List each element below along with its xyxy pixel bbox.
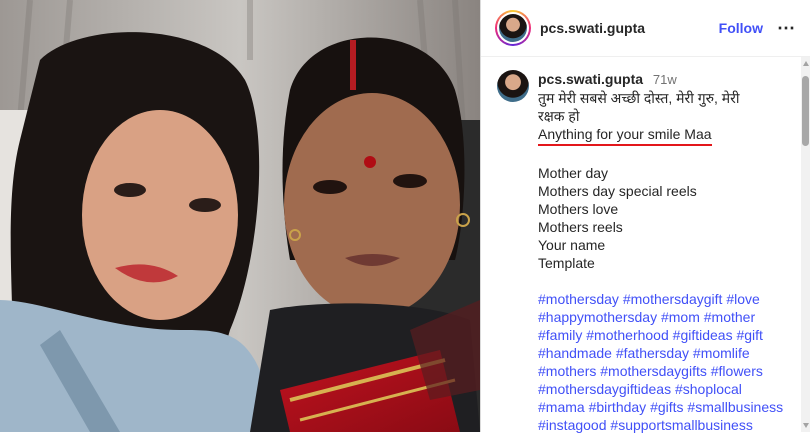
follow-button[interactable]: Follow xyxy=(719,20,763,36)
hashtag-link[interactable]: #fathersday xyxy=(616,345,689,361)
caption-line: Mothers day special reels xyxy=(538,183,697,199)
hashtag-link[interactable]: #love xyxy=(726,291,759,307)
hashtag-row: #instagood #supportsmallbusiness xyxy=(538,416,783,434)
caption-hindi-line-1: तुम मेरी सबसे अच्छी दोस्त, मेरी गुरु, मे… xyxy=(538,90,740,106)
post-photo[interactable] xyxy=(0,0,480,432)
hashtag-link[interactable]: #instagood xyxy=(538,417,607,433)
post-header: pcs.swati.gupta Follow ⋯ xyxy=(481,0,810,57)
hashtag-link[interactable]: #happymothersday xyxy=(538,309,657,325)
caption: pcs.swati.gupta 71w तुम मेरी सबसे अच्छी … xyxy=(497,70,790,434)
caption-row: pcs.swati.gupta 71w तुम मेरी सबसे अच्छी … xyxy=(497,70,790,434)
hashtag-link[interactable]: #mothersdaygiftideas xyxy=(538,381,671,397)
post-side-panel: pcs.swati.gupta Follow ⋯ pcs.swati.gupta… xyxy=(480,0,810,434)
caption-line: Mother day xyxy=(538,165,609,181)
caption-timestamp[interactable]: 71w xyxy=(653,72,677,87)
caption-line: Template xyxy=(538,255,595,271)
hashtag-link[interactable]: #supportsmallbusiness xyxy=(610,417,752,433)
caption-hindi-line-2: रक्षक हो xyxy=(538,108,580,124)
username-link[interactable]: pcs.swati.gupta xyxy=(540,20,645,36)
story-ring[interactable] xyxy=(495,10,531,46)
hashtag-link[interactable]: #momlife xyxy=(693,345,750,361)
hashtag-link[interactable]: #shoplocal xyxy=(675,381,742,397)
hashtag-link[interactable]: #mama xyxy=(538,399,585,415)
avatar[interactable] xyxy=(499,14,527,42)
hashtag-link[interactable]: #mothersdaygift xyxy=(623,291,723,307)
hashtag-link[interactable]: #mothersdaygifts xyxy=(600,363,707,379)
hashtag-link[interactable]: #gifts xyxy=(650,399,683,415)
photo-illustration xyxy=(0,0,480,432)
more-horizontal-icon[interactable]: ⋯ xyxy=(777,18,796,39)
hashtag-row: #mothers #mothersdaygifts #flowers xyxy=(538,362,783,380)
hashtag-list: #mothersday #mothersdaygift #love #happym… xyxy=(538,290,783,434)
caption-line: Mothers love xyxy=(538,201,619,217)
post-viewer: pcs.swati.gupta Follow ⋯ pcs.swati.gupta… xyxy=(0,0,810,434)
hashtag-link[interactable]: #birthday xyxy=(589,399,647,415)
hashtag-link[interactable]: #mothers xyxy=(538,363,596,379)
scroll-up-arrow-icon[interactable] xyxy=(803,61,809,66)
caption-body: pcs.swati.gupta 71w तुम मेरी सबसे अच्छी … xyxy=(538,70,783,434)
caption-avatar[interactable] xyxy=(497,70,529,102)
caption-line: Your name xyxy=(538,237,606,253)
hashtag-row: #handmade #fathersday #momlife xyxy=(538,344,783,362)
hashtag-row: #happymothersday #mom #mother xyxy=(538,308,783,326)
hashtag-link[interactable]: #mom xyxy=(661,309,700,325)
scroll-down-arrow-icon[interactable] xyxy=(803,423,809,428)
hashtag-link[interactable]: #handmade xyxy=(538,345,612,361)
hashtag-link[interactable]: #smallbusiness xyxy=(687,399,783,415)
hashtag-link[interactable]: #motherhood xyxy=(586,327,669,343)
caption-username[interactable]: pcs.swati.gupta xyxy=(538,71,643,87)
avatar-frame xyxy=(497,12,529,44)
caption-line: Mothers reels xyxy=(538,219,623,235)
hashtag-link[interactable]: #flowers xyxy=(711,363,763,379)
hashtag-row: #mothersday #mothersdaygift #love xyxy=(538,290,783,308)
hashtag-link[interactable]: #giftideas xyxy=(673,327,733,343)
scrollbar-thumb[interactable] xyxy=(802,76,809,146)
hashtag-row: #mothersdaygiftideas #shoplocal xyxy=(538,380,783,398)
caption-highlight: Anything for your smile Maa xyxy=(538,125,712,146)
hashtag-link[interactable]: #family xyxy=(538,327,582,343)
hashtag-link[interactable]: #gift xyxy=(736,327,762,343)
hashtag-row: #family #motherhood #giftideas #gift xyxy=(538,326,783,344)
hashtag-link[interactable]: #mother xyxy=(704,309,755,325)
hashtag-row: #mama #birthday #gifts #smallbusiness xyxy=(538,398,783,416)
hashtag-link[interactable]: #mothersday xyxy=(538,291,619,307)
